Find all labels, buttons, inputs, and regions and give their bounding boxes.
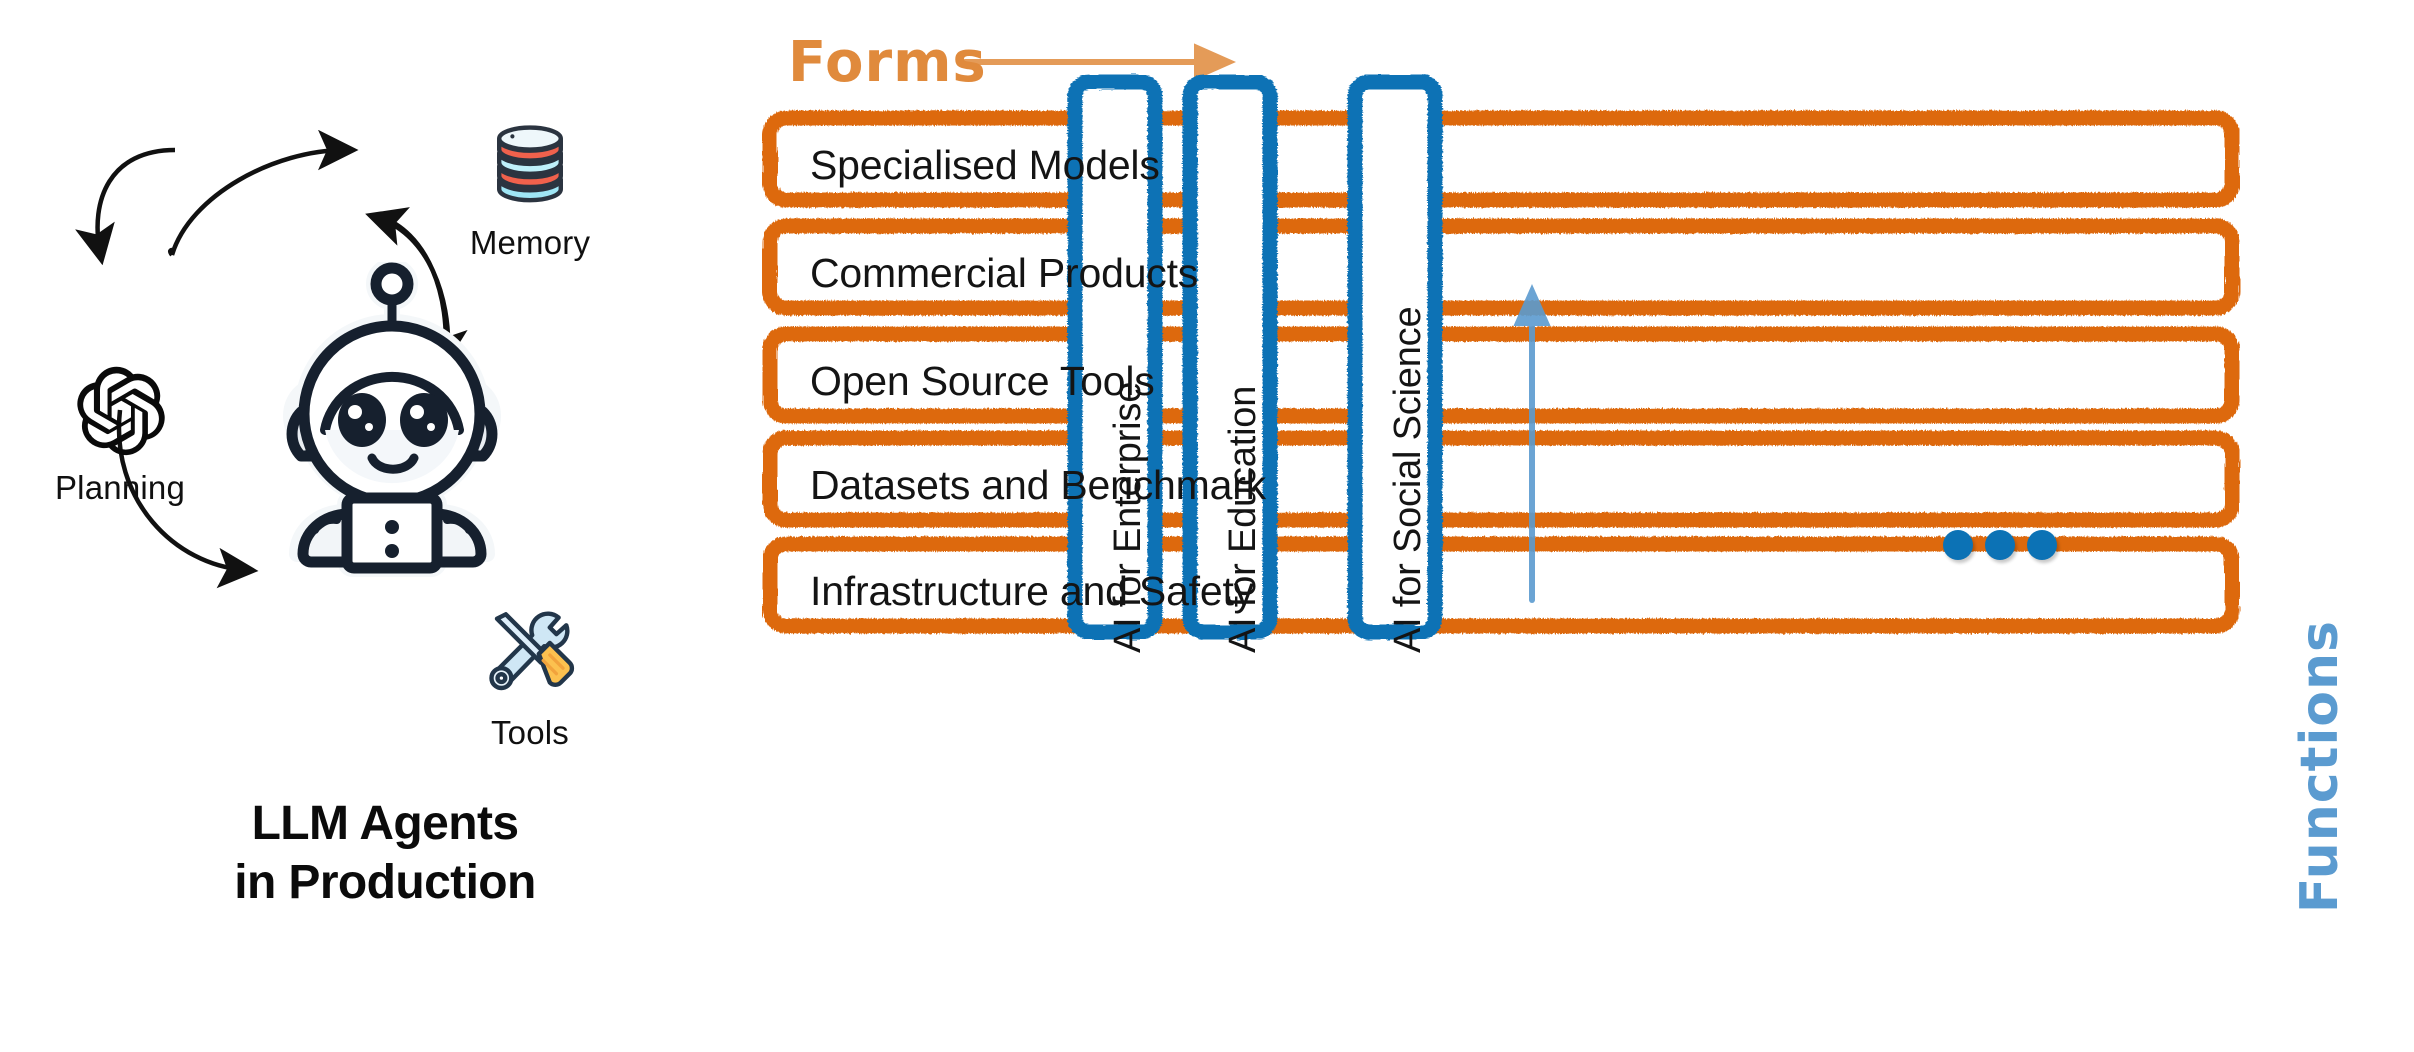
ellipsis-dots-icon: [1943, 530, 2057, 560]
cycle-node-label-planning: Planning: [54, 469, 186, 506]
page-title: LLM Agents in Production: [0, 795, 770, 912]
openai-logo-icon: [76, 366, 165, 456]
row-label-infrastructure-and-safety: Infrastructure and Safety: [810, 568, 1254, 614]
page-title-line-2: in Production: [234, 855, 536, 909]
row-label-specialised-models: Specialised Models: [810, 142, 1160, 188]
cycle-node-tools: Tools: [400, 600, 660, 752]
functions-axis-label: Functions: [2290, 620, 2350, 914]
row-label-open-source-tools: Open Source Tools: [810, 358, 1155, 404]
arrow-planning-to-memory: [169, 129, 359, 256]
forms-axis-label: Forms: [788, 30, 987, 95]
robot-mascot-icon: [282, 262, 502, 577]
ellipsis-dot-1: [1943, 530, 1973, 560]
row-label-commercial-products: Commercial Products: [810, 250, 1199, 296]
cycle-node-planning: Planning: [0, 360, 250, 507]
column-label-ai-for-enterprise: AI for Enterprise: [1107, 381, 1149, 653]
column-label-ai-for-education: AI for Education: [1222, 385, 1264, 653]
ellipsis-dot-2: [1985, 530, 2015, 560]
wrench-screwdriver-icon: [489, 611, 575, 691]
cycle-node-label-tools: Tools: [490, 714, 570, 751]
page-title-line-1: LLM Agents: [251, 797, 519, 850]
forms-functions-matrix: Forms Specialised Models Commercial Prod…: [760, 0, 2414, 1052]
row-label-datasets-and-benchmark: Datasets and Benchmark: [810, 462, 1266, 508]
cycle-node-memory: Memory: [400, 110, 660, 262]
cycle-node-label-memory: Memory: [469, 224, 591, 261]
database-stack-icon: [497, 125, 563, 203]
column-label-ai-for-social-science: AI for Social Science: [1387, 306, 1429, 653]
ellipsis-dot-3: [2027, 530, 2057, 560]
arrow-to-planning-top: [75, 147, 176, 266]
llm-agents-diagram: Memory Planning Tools LLM Agents in Prod…: [0, 0, 760, 1052]
